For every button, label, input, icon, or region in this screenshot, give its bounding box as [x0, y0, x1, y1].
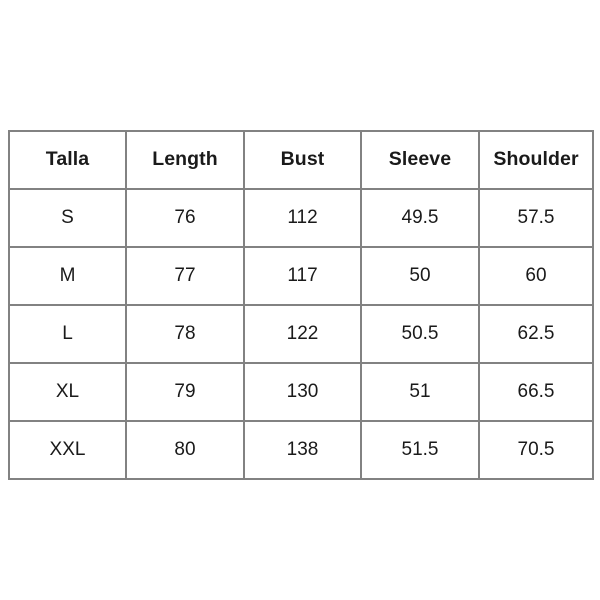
cell-shoulder: 60: [478, 246, 594, 306]
cell-bust: 117: [243, 246, 362, 306]
column-header-length: Length: [125, 130, 245, 190]
size-chart-body: S 76 112 49.5 57.5 M 77 117 50 60 L 78 1…: [8, 188, 594, 480]
cell-size: L: [8, 304, 127, 364]
cell-length: 78: [125, 304, 245, 364]
cell-length: 77: [125, 246, 245, 306]
size-chart-table: Talla Length Bust Sleeve Shoulder S 76 1…: [8, 130, 594, 480]
header-row: Talla Length Bust Sleeve Shoulder: [8, 130, 594, 190]
size-chart-header: Talla Length Bust Sleeve Shoulder: [8, 130, 594, 190]
cell-length: 80: [125, 420, 245, 480]
table-row: M 77 117 50 60: [8, 246, 594, 306]
column-header-size: Talla: [8, 130, 127, 190]
cell-size: XXL: [8, 420, 127, 480]
table-row: S 76 112 49.5 57.5: [8, 188, 594, 248]
cell-length: 76: [125, 188, 245, 248]
cell-bust: 112: [243, 188, 362, 248]
cell-sleeve: 51: [360, 362, 480, 422]
cell-shoulder: 70.5: [478, 420, 594, 480]
cell-sleeve: 49.5: [360, 188, 480, 248]
cell-sleeve: 50.5: [360, 304, 480, 364]
cell-bust: 138: [243, 420, 362, 480]
cell-shoulder: 57.5: [478, 188, 594, 248]
table-row: XL 79 130 51 66.5: [8, 362, 594, 422]
cell-bust: 130: [243, 362, 362, 422]
cell-size: S: [8, 188, 127, 248]
cell-size: M: [8, 246, 127, 306]
cell-shoulder: 66.5: [478, 362, 594, 422]
size-chart-container: Talla Length Bust Sleeve Shoulder S 76 1…: [8, 130, 594, 480]
table-row: XXL 80 138 51.5 70.5: [8, 420, 594, 480]
table-row: L 78 122 50.5 62.5: [8, 304, 594, 364]
cell-size: XL: [8, 362, 127, 422]
cell-bust: 122: [243, 304, 362, 364]
cell-sleeve: 51.5: [360, 420, 480, 480]
column-header-bust: Bust: [243, 130, 362, 190]
cell-length: 79: [125, 362, 245, 422]
cell-shoulder: 62.5: [478, 304, 594, 364]
column-header-shoulder: Shoulder: [478, 130, 594, 190]
cell-sleeve: 50: [360, 246, 480, 306]
column-header-sleeve: Sleeve: [360, 130, 480, 190]
